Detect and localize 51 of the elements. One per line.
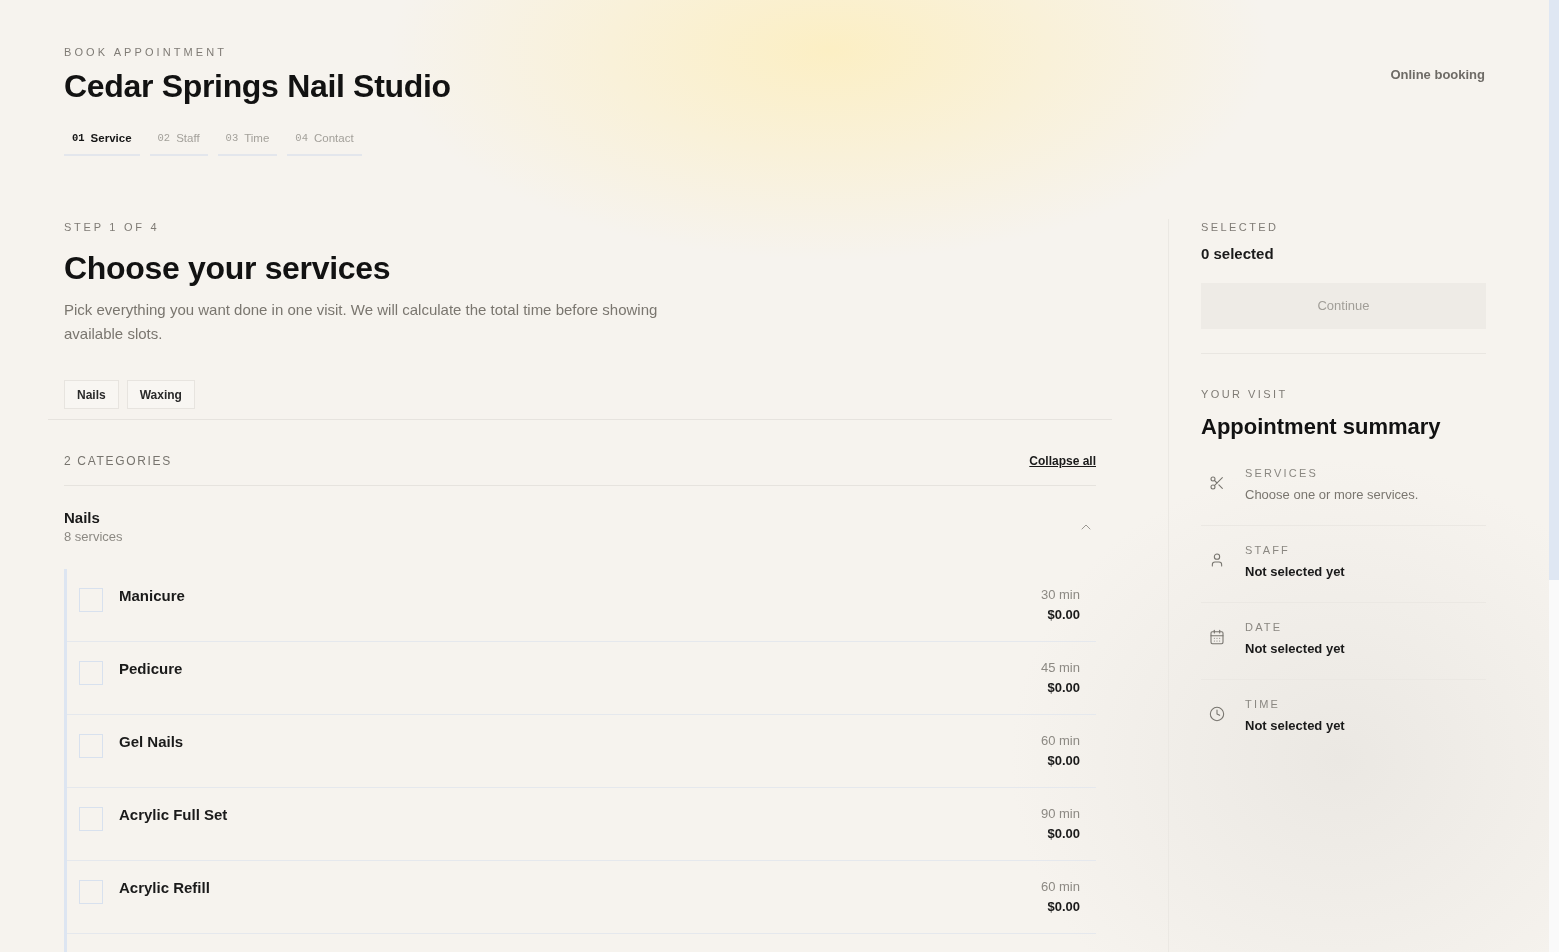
service-duration: 45 min [1040, 659, 1080, 677]
summary-value: Not selected yet [1245, 717, 1345, 735]
service-price: $0.00 [1047, 825, 1080, 843]
category-service-count: 8 services [64, 528, 123, 546]
collapse-all-link[interactable]: Collapse all [1029, 453, 1096, 469]
service-name: Acrylic Full Set [119, 805, 228, 825]
service-duration: 90 min [1040, 805, 1080, 823]
summary-value: Not selected yet [1245, 640, 1345, 658]
summary-label: TIME [1245, 697, 1281, 712]
checkbox[interactable] [79, 807, 103, 831]
step-indicator: STEP 1 OF 4 [64, 220, 160, 235]
calendar-icon [1209, 629, 1225, 645]
scrollbar[interactable] [1549, 0, 1559, 952]
summary-label: STAFF [1245, 543, 1290, 558]
scissors-icon [1209, 475, 1225, 491]
summary-label: SERVICES [1245, 466, 1319, 481]
summary-value: Choose one or more services. [1245, 486, 1419, 504]
visit-eyebrow: YOUR VISIT [1201, 387, 1288, 402]
person-icon [1209, 552, 1225, 568]
service-name: Manicure [119, 586, 185, 606]
service-price: $0.00 [1047, 752, 1080, 770]
category-chip[interactable]: Waxing [126, 380, 195, 409]
clock-icon [1209, 706, 1225, 722]
summary-label: DATE [1245, 620, 1283, 635]
service-duration: 60 min [1040, 732, 1080, 750]
checkbox[interactable] [79, 734, 103, 758]
checkbox[interactable] [79, 588, 103, 612]
service-name: Pedicure [119, 659, 183, 679]
section-title: Choose your services [64, 249, 391, 288]
service-price: $0.00 [1047, 679, 1080, 697]
selected-count: 0 selected [1201, 244, 1274, 264]
section-description: Pick everything you want done in one visit. We will calculate the total time before showing available slots. [64, 300, 659, 344]
checkbox[interactable] [79, 661, 103, 685]
service-price: $0.00 [1047, 898, 1080, 916]
service-price: $0.00 [1047, 606, 1080, 624]
service-duration: 60 min [1040, 878, 1080, 896]
selected-label: SELECTED [1201, 220, 1279, 235]
studio-title: Cedar Springs Nail Studio [64, 67, 451, 106]
summary-title: Appointment summary [1201, 413, 1441, 441]
step-tab[interactable]: 01 Service [64, 122, 140, 156]
category-chip[interactable]: Nails [64, 380, 119, 409]
service-name: Acrylic Refill [119, 878, 210, 898]
service-name: Gel Nails [119, 732, 184, 752]
page-eyebrow: BOOK APPOINTMENT [64, 45, 227, 60]
category-name: Nails [64, 508, 100, 528]
booking-mode-label: Online booking [1390, 66, 1485, 84]
scrollbar-thumb[interactable] [1549, 0, 1559, 580]
categories-count: 2 CATEGORIES [64, 453, 172, 469]
checkbox[interactable] [79, 880, 103, 904]
summary-value: Not selected yet [1245, 563, 1345, 581]
service-duration: 30 min [1040, 586, 1080, 604]
